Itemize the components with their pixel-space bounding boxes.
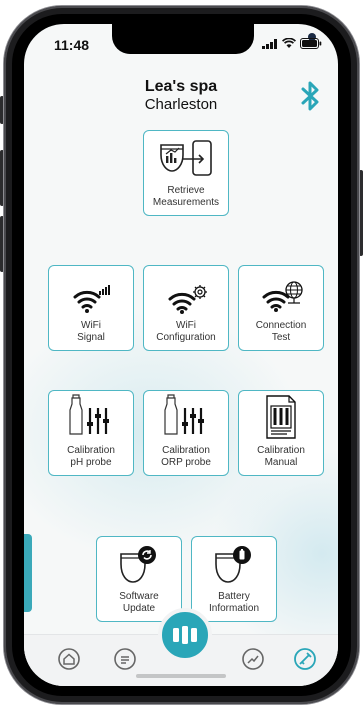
software-update-icon	[120, 546, 156, 583]
calibration-ph-icon	[69, 394, 109, 435]
conn-test-label-1: Connection	[255, 320, 307, 331]
cal-orp-label-2: ORP probe	[161, 457, 211, 468]
sw-update-label-1: Software	[119, 591, 159, 602]
calibration-orp-icon	[164, 394, 204, 435]
connection-test-tile[interactable]: Connection Test	[238, 265, 324, 351]
wifi-signal-tile[interactable]: WiFi Signal	[48, 265, 134, 351]
spa-name: Lea's spa	[144, 78, 218, 95]
wifi-configuration-tile[interactable]: WiFi Configuration	[143, 265, 229, 351]
cal-ph-label-2: pH probe	[70, 457, 112, 468]
wifi-signal-label-2: Signal	[77, 332, 105, 343]
device-icon	[173, 626, 197, 644]
wifi-config-label-1: WiFi	[176, 320, 196, 331]
messages-icon[interactable]	[114, 648, 136, 670]
bluetooth-icon[interactable]	[300, 80, 322, 112]
wifi-signal-label-1: WiFi	[81, 320, 101, 331]
side-drawer-handle[interactable]	[24, 534, 32, 612]
conn-test-label-2: Test	[271, 332, 291, 343]
wifi-signal-icon	[73, 285, 110, 313]
cellular-signal-icon	[262, 38, 277, 49]
calibration-manual-tile[interactable]: Calibration Manual	[238, 390, 324, 476]
app-screen: 11:48 Lea's spa Charleston Retrieve Measu…	[24, 24, 338, 686]
cal-manual-label-1: Calibration	[257, 445, 305, 456]
notch	[112, 24, 316, 54]
calibration-ph-tile[interactable]: Calibration pH probe	[48, 390, 134, 476]
gauge-icon[interactable]	[242, 648, 264, 670]
battery-label-2: Information	[208, 603, 260, 614]
home-icon[interactable]	[58, 648, 80, 670]
retrieve-measurements-icon	[160, 140, 212, 176]
spa-location: Charleston	[144, 96, 218, 113]
device-center-button[interactable]	[158, 608, 212, 662]
battery-status-icon	[300, 38, 322, 49]
battery-information-tile[interactable]: Battery Information	[191, 536, 277, 622]
home-indicator	[136, 674, 226, 678]
calibration-orp-tile[interactable]: Calibration ORP probe	[143, 390, 229, 476]
wifi-config-label-2: Configuration	[156, 332, 216, 343]
status-icons	[262, 38, 322, 49]
battery-information-icon	[215, 546, 251, 583]
retrieve-label-1: Retrieve	[167, 185, 205, 196]
retrieve-measurements-tile[interactable]: Retrieve Measurements	[143, 130, 229, 216]
tools-icon[interactable]	[294, 648, 316, 670]
cal-orp-label-1: Calibration	[162, 445, 210, 456]
status-time: 11:48	[54, 37, 90, 53]
connection-test-icon	[262, 281, 303, 312]
software-update-tile[interactable]: Software Update	[96, 536, 182, 622]
calibration-manual-icon	[266, 395, 296, 439]
phone-frame: 11:48 Lea's spa Charleston Retrieve Measu…	[0, 0, 363, 708]
cal-manual-label-2: Manual	[264, 457, 298, 468]
wifi-status-icon	[282, 38, 296, 48]
cal-ph-label-1: Calibration	[67, 445, 115, 456]
wifi-configuration-icon	[168, 285, 207, 314]
retrieve-label-2: Measurements	[152, 197, 220, 208]
sw-update-label-2: Update	[122, 603, 156, 614]
battery-label-1: Battery	[218, 591, 250, 602]
power-button	[359, 170, 363, 256]
